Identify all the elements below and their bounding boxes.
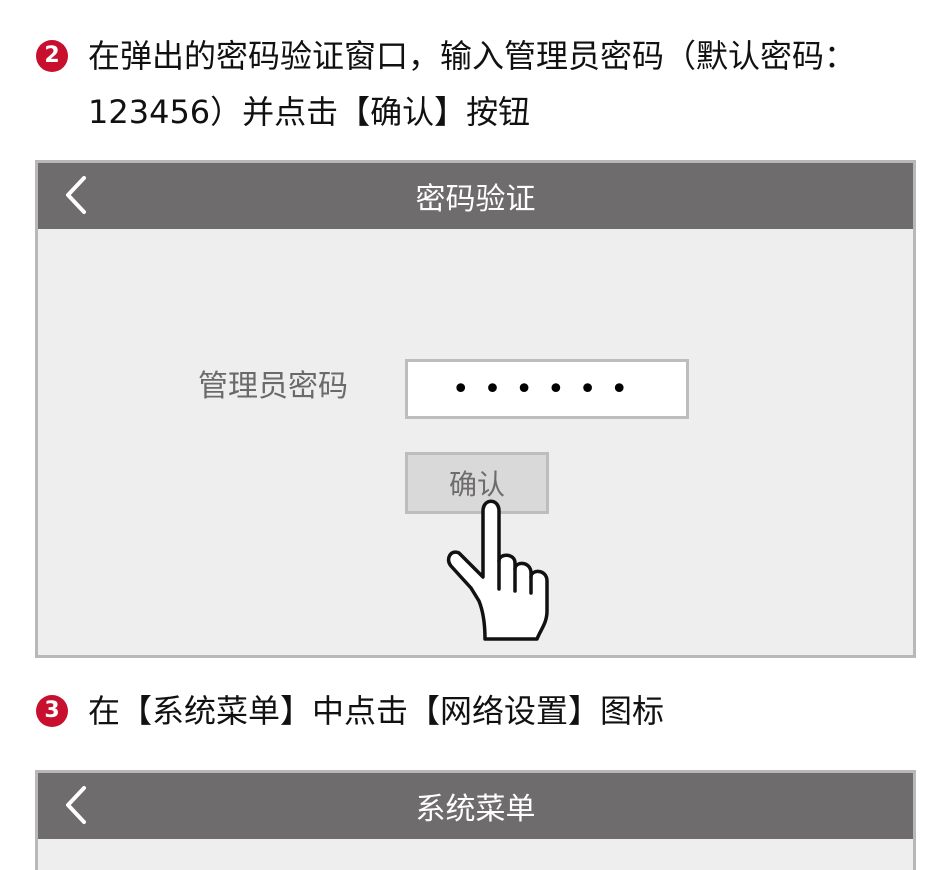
step-3-instruction: 3 在【系统菜单】中点击【网络设置】图标 [36,683,916,739]
chevron-left-icon [66,786,86,824]
title-bar: 系统菜单 [38,773,913,839]
password-input[interactable]: •••••• [405,359,689,419]
system-menu-screen: 系统菜单 [35,770,916,870]
back-button[interactable] [54,783,98,827]
chevron-left-icon [66,176,86,214]
hand-pointer-icon [446,499,549,641]
step-3-text: 在【系统菜单】中点击【网络设置】图标 [88,692,665,730]
password-label: 管理员密码 [198,369,348,404]
step-2-text-line-2: 123456）并点击【确认】按钮 [88,93,531,131]
screen-title: 密码验证 [415,182,536,217]
step-number-badge: 3 [36,695,68,727]
step-2-instruction: 2 在弹出的密码验证窗口，输入管理员密码（默认密码： 123456）并点击【确认… [36,28,916,138]
password-verify-screen: 密码验证 管理员密码 •••••• 确认 [35,160,916,658]
title-bar: 密码验证 [38,163,913,229]
step-2-text-line-1: 在弹出的密码验证窗口，输入管理员密码（默认密码： [88,37,857,75]
screen-title: 系统菜单 [415,792,536,827]
back-button[interactable] [54,173,98,217]
step-number-badge: 2 [36,40,68,72]
